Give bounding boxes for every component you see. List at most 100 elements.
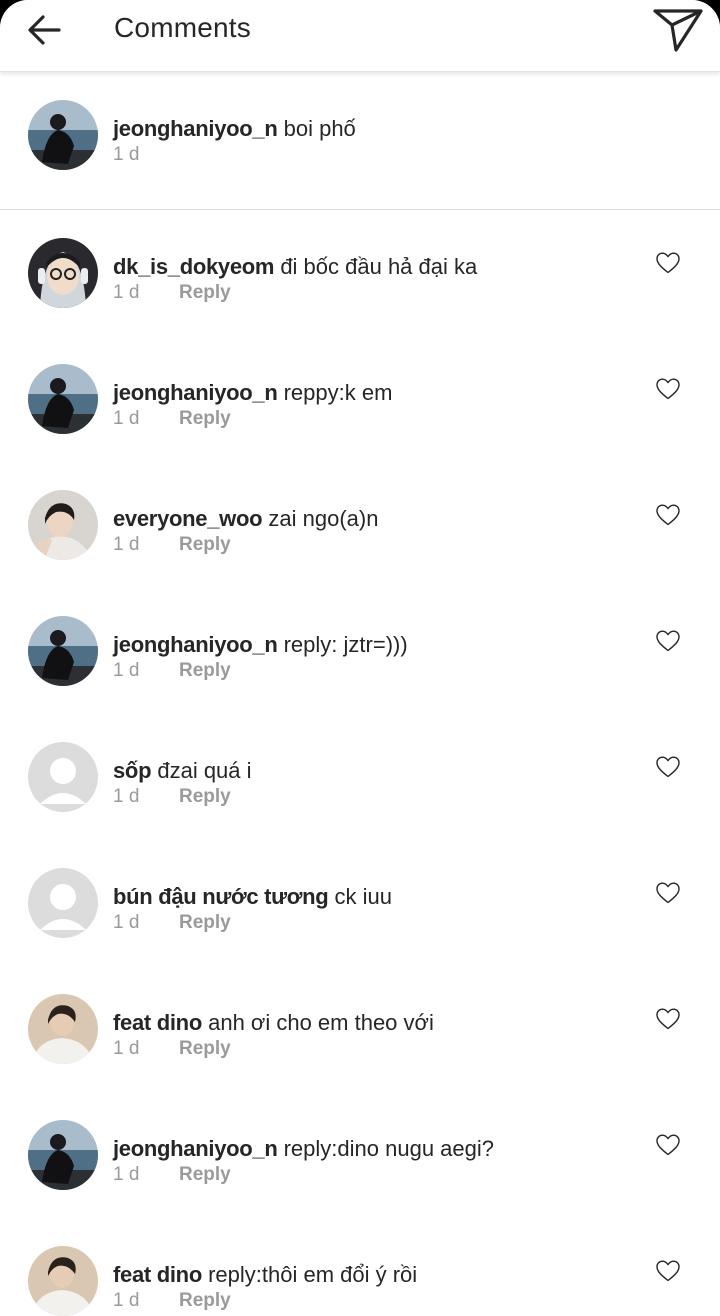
heart-icon [656,1008,680,1030]
heart-icon [656,1134,680,1156]
avatar[interactable] [28,238,98,308]
like-button[interactable] [655,251,681,275]
page-title: Comments [114,12,251,43]
reply-button[interactable]: Reply [179,1037,231,1061]
timestamp: 1 d [113,786,140,807]
heart-icon [656,756,680,778]
heart-icon [656,252,680,274]
username[interactable]: feat dino [113,1010,202,1035]
reply-button[interactable]: Reply [179,785,231,809]
comment-row: bún đậu nước tương ck iuu 1 d Reply [0,840,720,966]
comment-text: sốp đzai quá i [113,757,252,785]
heart-icon [656,504,680,526]
caption-body: boi phố [283,116,356,141]
comment-row: feat dino reply:thôi em đổi ý rồi 1 d Repl… [0,1218,720,1316]
reply-button[interactable]: Reply [179,407,231,431]
comment-row: sốp đzai quá i1 d Reply [0,714,720,840]
comment-body: anh ơi cho em theo với [208,1010,434,1035]
comment-text: everyone_woo zai ngo(a)n [113,505,378,533]
like-button[interactable] [655,1259,681,1283]
heart-icon [656,882,680,904]
comments-screen: Comments jeonghaniyoo_n boi phố 1 d dk_i… [0,0,720,1316]
timestamp: 1 d [113,282,140,303]
reply-button[interactable]: Reply [179,533,231,557]
timestamp: 1 d [113,144,140,165]
heart-icon [656,630,680,652]
heart-icon [656,1260,680,1282]
comment-text: feat dino reply:thôi em đổi ý rồi [113,1261,417,1289]
top-app-bar: Comments [0,0,720,72]
like-button[interactable] [655,1007,681,1031]
arrow-left-icon [28,15,61,45]
comment-text: jeonghaniyoo_n reply: jztr=))) [113,631,408,659]
photo-person-by-sea [28,616,98,686]
avatar[interactable] [28,100,98,170]
username[interactable]: jeonghaniyoo_n [113,116,278,141]
comment-text: bún đậu nước tương ck iuu [113,883,392,911]
default-avatar [28,868,98,938]
like-button[interactable] [655,755,681,779]
comment-body: đi bốc đầu hả đại ka [280,254,478,279]
paper-plane-icon [653,9,703,52]
avatar[interactable] [28,742,98,812]
post-caption: jeonghaniyoo_n boi phố 1 d [0,72,720,210]
avatar[interactable] [28,616,98,686]
timestamp: 1 d [113,660,140,681]
avatar[interactable] [28,1120,98,1190]
comment-text: jeonghaniyoo_n reppy:k em [113,379,392,407]
avatar[interactable] [28,868,98,938]
like-button[interactable] [655,881,681,905]
comment-body: reply:thôi em đổi ý rồi [208,1262,418,1287]
reply-button[interactable]: Reply [179,911,231,935]
like-button[interactable] [655,629,681,653]
avatar[interactable] [28,1246,98,1316]
comment-row: feat dino anh ơi cho em theo với 1 d Reply [0,966,720,1092]
comment-body: đzai quá i [157,758,252,783]
comment-text: feat dino anh ơi cho em theo với [113,1009,434,1037]
like-button[interactable] [655,1133,681,1157]
comment-body: zai ngo(a)n [268,506,379,531]
comment-row: jeonghaniyoo_n reply: jztr=))) 1 d Reply [0,588,720,714]
username[interactable]: feat dino [113,1262,202,1287]
comment-text: jeonghaniyoo_n reply:dino nugu aegi? [113,1135,494,1163]
username[interactable]: dk_is_dokyeom [113,254,274,279]
photo-young-man [28,490,98,560]
back-button[interactable] [22,8,66,52]
photo-man-white-shirt [28,1246,98,1316]
like-button[interactable] [655,377,681,401]
photo-person-by-sea [28,1120,98,1190]
avatar[interactable] [28,490,98,560]
username[interactable]: jeonghaniyoo_n [113,632,278,657]
caption-text: jeonghaniyoo_n boi phố [113,115,356,143]
like-button[interactable] [655,503,681,527]
comment-row: jeonghaniyoo_n reply:dino nugu aegi? 1 dR… [0,1092,720,1218]
comment-body: reply:dino nugu aegi? [283,1136,494,1161]
reply-button[interactable]: Reply [179,659,231,683]
share-button[interactable] [650,4,706,56]
comment-row: jeonghaniyoo_n reppy:k em 1 d Reply [0,336,720,462]
photo-person-by-sea [28,364,98,434]
avatar[interactable] [28,994,98,1064]
username[interactable]: jeonghaniyoo_n [113,380,278,405]
timestamp: 1 d [113,534,140,555]
comment-body: reply: jztr=))) [283,632,408,657]
default-avatar [28,742,98,812]
username[interactable]: sốp [113,758,152,783]
username[interactable]: everyone_woo [113,506,263,531]
reply-button[interactable]: Reply [179,1289,231,1313]
comment-body: ck iuu [334,884,392,909]
username[interactable]: bún đậu nước tương [113,884,329,909]
timestamp: 1 d [113,408,140,429]
photo-man-white-shirt [28,994,98,1064]
timestamp: 1 d [113,1290,140,1311]
timestamp: 1 d [113,912,140,933]
timestamp: 1 d [113,1038,140,1059]
reply-button[interactable]: Reply [179,281,231,305]
comment-row: dk_is_dokyeom đi bốc đầu hả đại ka 1 d Rep… [0,210,720,336]
username[interactable]: jeonghaniyoo_n [113,1136,278,1161]
timestamp: 1 d [113,1164,140,1185]
photo-glasses-headphones [28,238,98,308]
comment-text: dk_is_dokyeom đi bốc đầu hả đại ka [113,253,477,281]
avatar[interactable] [28,364,98,434]
reply-button[interactable]: Reply [179,1163,231,1187]
